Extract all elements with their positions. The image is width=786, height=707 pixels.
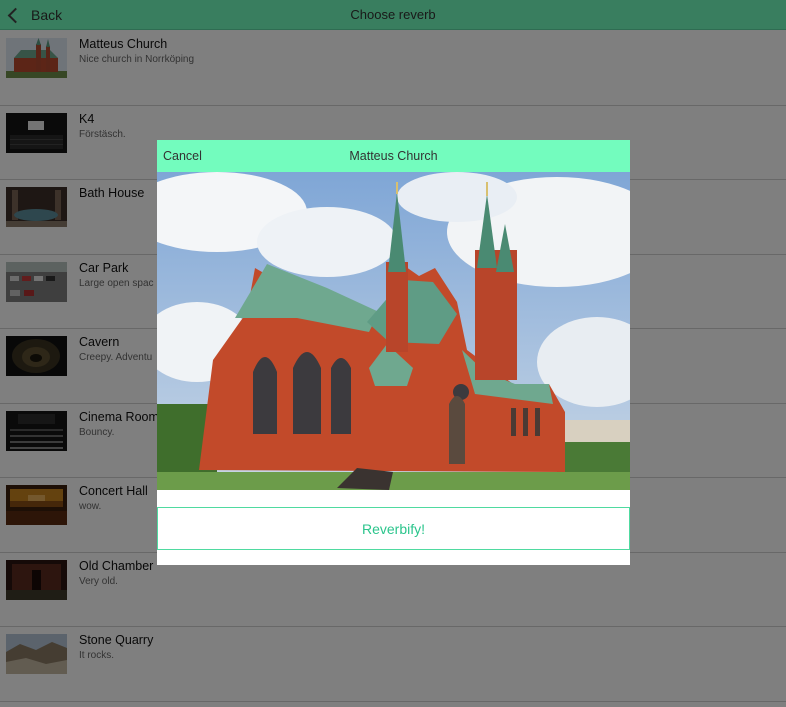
modal-header: Cancel Matteus Church — [157, 140, 630, 172]
reverb-detail-modal: Cancel Matteus Church Reverbify! — [157, 140, 630, 565]
modal-title: Matteus Church — [349, 149, 438, 163]
reverbify-button[interactable]: Reverbify! — [157, 507, 630, 550]
cancel-button[interactable]: Cancel — [163, 140, 202, 172]
church-photo — [157, 172, 630, 490]
app-screen: Back Choose reverb Matteus Church Nice c… — [0, 0, 786, 707]
